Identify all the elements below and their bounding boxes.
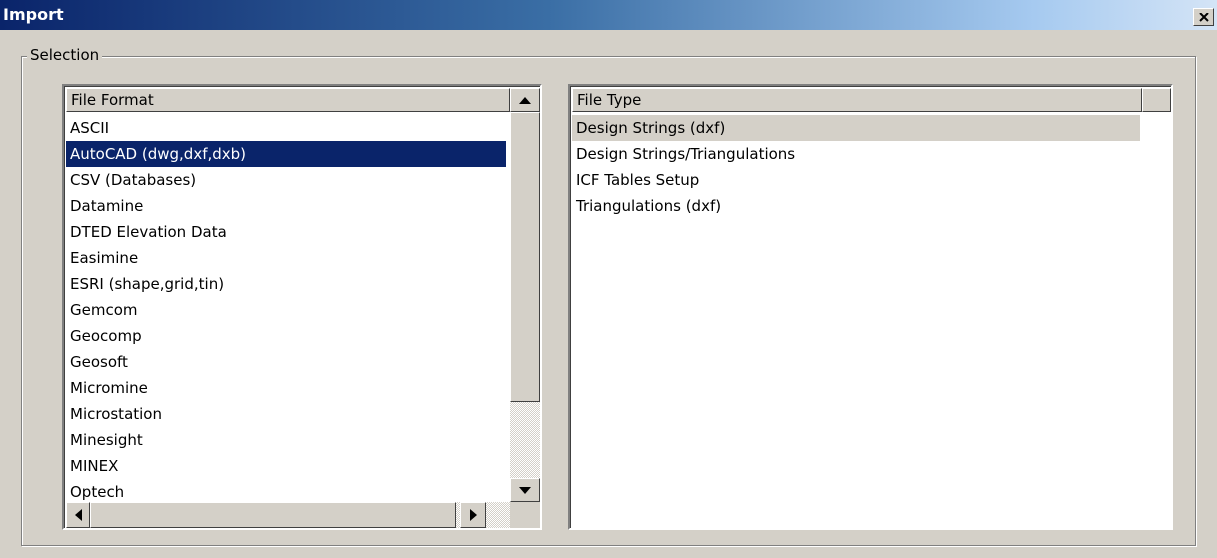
list-item[interactable]: AutoCAD (dwg,dxf,dxb) <box>66 141 506 167</box>
list-item[interactable]: DTED Elevation Data <box>66 219 506 245</box>
list-item[interactable]: Micromine <box>66 375 506 401</box>
arrow-right-icon <box>469 509 477 521</box>
scroll-left-button[interactable] <box>66 502 90 528</box>
list-item[interactable]: Datamine <box>66 193 506 219</box>
list-item[interactable]: ESRI (shape,grid,tin) <box>66 271 506 297</box>
file-format-horizontal-scrollbar[interactable] <box>66 502 510 528</box>
file-format-list[interactable]: File Format ASCII AutoCAD (dwg,dxf,dxb) CS… <box>62 84 542 530</box>
list-item[interactable]: Gemcom <box>66 297 506 323</box>
list-item[interactable]: ICF Tables Setup <box>572 167 1140 193</box>
list-item[interactable]: MINEX <box>66 453 506 479</box>
list-item[interactable]: Geosoft <box>66 349 506 375</box>
file-type-list[interactable]: File Type Design Strings (dxf) Design Str… <box>568 84 1173 530</box>
window-title: Import <box>3 5 64 24</box>
list-item[interactable]: CSV (Databases) <box>66 167 506 193</box>
arrow-down-icon <box>519 486 531 494</box>
scroll-thumb[interactable] <box>510 112 540 402</box>
scroll-up-button[interactable] <box>510 88 540 112</box>
scrollbar-corner <box>510 502 540 528</box>
scroll-down-button[interactable] <box>510 478 540 502</box>
list-item[interactable]: Easimine <box>66 245 506 271</box>
scroll-right-button[interactable] <box>460 502 486 528</box>
import-dialog: Import Selection File Format ASCII AutoCA… <box>0 0 1217 558</box>
list-item[interactable]: ASCII <box>66 115 506 141</box>
list-item[interactable]: Minesight <box>66 427 506 453</box>
file-type-header-filler <box>1142 88 1171 112</box>
horizontal-scroll-thumb[interactable] <box>90 502 456 528</box>
list-item[interactable]: Design Strings/Triangulations <box>572 141 1140 167</box>
arrow-up-icon <box>519 96 531 104</box>
close-icon <box>1198 12 1209 22</box>
close-button[interactable] <box>1193 8 1214 26</box>
title-bar[interactable]: Import <box>0 0 1217 30</box>
list-item[interactable]: Triangulations (dxf) <box>572 193 1140 219</box>
selection-group-label: Selection <box>27 46 103 64</box>
arrow-left-icon <box>74 509 82 521</box>
file-type-header[interactable]: File Type <box>572 88 1142 112</box>
list-item[interactable]: Design Strings (dxf) <box>572 115 1140 141</box>
list-item[interactable]: Geocomp <box>66 323 506 349</box>
file-format-vertical-scrollbar[interactable] <box>510 88 540 502</box>
file-format-header[interactable]: File Format <box>66 88 510 112</box>
list-item[interactable]: Microstation <box>66 401 506 427</box>
